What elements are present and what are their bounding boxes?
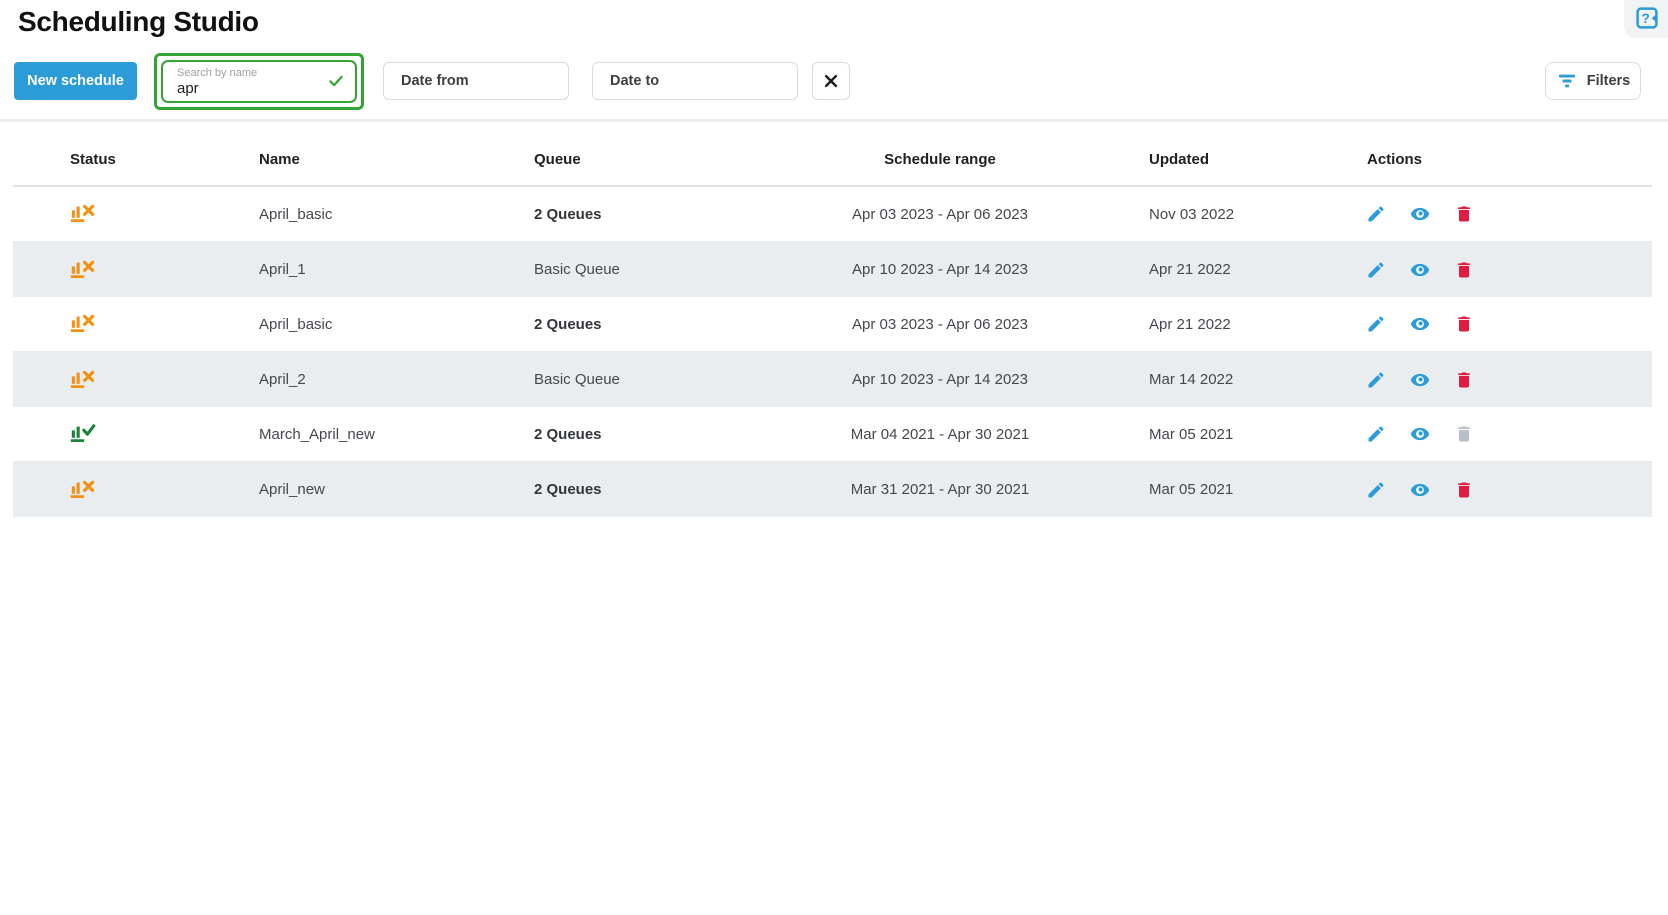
view-button[interactable] — [1410, 480, 1430, 500]
delete-button[interactable] — [1454, 204, 1474, 224]
schedule-updated: Apr 21 2022 — [1080, 261, 1360, 278]
delete-button[interactable] — [1454, 260, 1474, 280]
delete-button[interactable] — [1454, 314, 1474, 334]
status-unpublished-icon — [70, 310, 96, 334]
x-icon — [822, 72, 840, 90]
status-unpublished-icon — [70, 200, 96, 224]
search-value: apr — [177, 80, 321, 97]
schedule-updated: Nov 03 2022 — [1080, 206, 1360, 223]
filters-label: Filters — [1587, 73, 1631, 89]
trash-icon — [1454, 480, 1474, 500]
column-header-actions: Actions — [1360, 151, 1652, 168]
help-icon — [1635, 6, 1659, 30]
trash-icon — [1454, 314, 1474, 334]
table-row: April_new 2 Queues Mar 31 2021 - Apr 30 … — [13, 462, 1652, 517]
column-header-name: Name — [259, 151, 534, 168]
edit-button[interactable] — [1366, 480, 1386, 500]
date-to-input[interactable]: Date to — [592, 62, 798, 100]
schedule-table-body: April_basic 2 Queues Apr 03 2023 - Apr 0… — [13, 187, 1652, 517]
table-row: April_2 Basic Queue Apr 10 2023 - Apr 14… — [13, 352, 1652, 407]
edit-button[interactable] — [1366, 314, 1386, 334]
trash-icon — [1454, 204, 1474, 224]
toolbar: New schedule Search by name apr Date fro… — [14, 52, 1641, 110]
page-title: Scheduling Studio — [18, 6, 259, 38]
schedule-range: Apr 10 2023 - Apr 14 2023 — [800, 261, 1080, 278]
table-row: April_basic 2 Queues Apr 03 2023 - Apr 0… — [13, 297, 1652, 352]
schedule-updated: Mar 05 2021 — [1080, 426, 1360, 443]
delete-button[interactable] — [1454, 424, 1474, 444]
schedule-queue: 2 Queues — [534, 206, 800, 223]
eye-icon — [1410, 314, 1430, 334]
status-unpublished-icon — [70, 366, 96, 390]
schedule-name: April_basic — [259, 206, 534, 223]
column-header-status: Status — [13, 151, 259, 168]
schedule-range: Apr 03 2023 - Apr 06 2023 — [800, 316, 1080, 333]
new-schedule-button[interactable]: New schedule — [14, 62, 137, 100]
trash-icon — [1454, 260, 1474, 280]
column-header-queue: Queue — [534, 151, 800, 168]
schedule-updated: Mar 05 2021 — [1080, 481, 1360, 498]
filters-button[interactable]: Filters — [1545, 62, 1641, 100]
edit-button[interactable] — [1366, 424, 1386, 444]
edit-button[interactable] — [1366, 204, 1386, 224]
pencil-icon — [1366, 314, 1386, 334]
schedule-name: April_basic — [259, 316, 534, 333]
filter-icon — [1556, 70, 1578, 92]
view-button[interactable] — [1410, 314, 1430, 334]
schedule-queue: 2 Queues — [534, 426, 800, 443]
view-button[interactable] — [1410, 260, 1430, 280]
view-button[interactable] — [1410, 370, 1430, 390]
eye-icon — [1410, 480, 1430, 500]
status-unpublished-icon — [70, 476, 96, 500]
toolbar-divider — [0, 119, 1668, 122]
eye-icon — [1410, 424, 1430, 444]
schedule-name: April_2 — [259, 371, 534, 388]
search-valid-check-icon — [327, 72, 345, 90]
column-header-schedule-range: Schedule range — [800, 151, 1080, 168]
column-header-updated: Updated — [1080, 151, 1360, 168]
delete-button[interactable] — [1454, 370, 1474, 390]
schedule-updated: Mar 14 2022 — [1080, 371, 1360, 388]
pencil-icon — [1366, 204, 1386, 224]
date-from-input[interactable]: Date from — [383, 62, 569, 100]
view-button[interactable] — [1410, 204, 1430, 224]
view-button[interactable] — [1410, 424, 1430, 444]
schedule-range: Mar 31 2021 - Apr 30 2021 — [800, 481, 1080, 498]
pencil-icon — [1366, 480, 1386, 500]
eye-icon — [1410, 260, 1430, 280]
search-input[interactable]: Search by name apr — [161, 60, 357, 103]
trash-icon — [1454, 370, 1474, 390]
schedule-name: March_April_new — [259, 426, 534, 443]
schedule-range: Apr 03 2023 - Apr 06 2023 — [800, 206, 1080, 223]
status-published-icon — [70, 420, 96, 444]
eye-icon — [1410, 204, 1430, 224]
schedule-range: Apr 10 2023 - Apr 14 2023 — [800, 371, 1080, 388]
schedule-queue: 2 Queues — [534, 316, 800, 333]
schedule-queue: Basic Queue — [534, 261, 800, 278]
status-unpublished-icon — [70, 256, 96, 280]
clear-filters-button[interactable] — [812, 62, 850, 100]
eye-icon — [1410, 370, 1430, 390]
schedule-name: April_1 — [259, 261, 534, 278]
search-placeholder: Search by name — [177, 67, 321, 80]
schedule-queue: Basic Queue — [534, 371, 800, 388]
schedule-updated: Apr 21 2022 — [1080, 316, 1360, 333]
schedule-name: April_new — [259, 481, 534, 498]
pencil-icon — [1366, 370, 1386, 390]
pencil-icon — [1366, 424, 1386, 444]
table-row: April_basic 2 Queues Apr 03 2023 - Apr 0… — [13, 187, 1652, 242]
schedule-table: Status Name Queue Schedule range Updated… — [13, 133, 1652, 517]
pencil-icon — [1366, 260, 1386, 280]
schedule-range: Mar 04 2021 - Apr 30 2021 — [800, 426, 1080, 443]
schedule-queue: 2 Queues — [534, 481, 800, 498]
edit-button[interactable] — [1366, 370, 1386, 390]
trash-icon — [1454, 424, 1474, 444]
search-highlight-annotation: Search by name apr — [154, 53, 364, 110]
delete-button[interactable] — [1454, 480, 1474, 500]
help-button[interactable] — [1635, 6, 1659, 30]
edit-button[interactable] — [1366, 260, 1386, 280]
table-row: April_1 Basic Queue Apr 10 2023 - Apr 14… — [13, 242, 1652, 297]
table-row: March_April_new 2 Queues Mar 04 2021 - A… — [13, 407, 1652, 462]
table-header: Status Name Queue Schedule range Updated… — [13, 133, 1652, 187]
